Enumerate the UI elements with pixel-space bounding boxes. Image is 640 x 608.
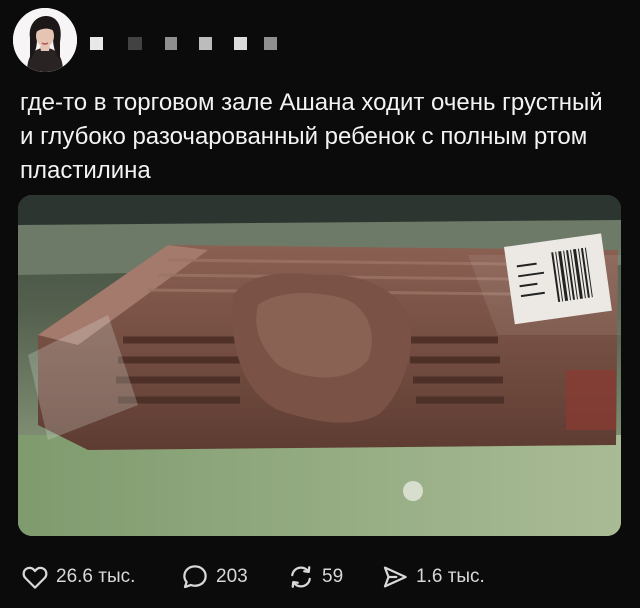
repost-arrows-icon [291,566,311,588]
username-redacted[interactable] [88,37,278,51]
speech-bubble-icon [183,565,207,589]
avatar[interactable] [13,8,77,72]
like-count: 26.6 тыс. [56,566,136,587]
post-text: где-то в торговом зале Ашана ходит очень… [20,89,603,184]
repost-button[interactable]: 59 [286,562,343,592]
send-arrow-icon [383,566,407,588]
share-button[interactable]: 1.6 тыс. [380,562,485,592]
comment-count: 203 [216,566,248,587]
post-actions-bar: 26.6 тыс. 203 59 1.6 тыс. [18,562,618,592]
user-avatar-icon [13,8,77,72]
heart-icon [22,566,48,589]
comment-button[interactable]: 203 [180,562,248,592]
plasticine-photo-image [18,195,621,536]
repost-count: 59 [322,566,344,587]
view-count: 1.6 тыс. [416,566,485,587]
like-button[interactable]: 26.6 тыс. [20,562,135,592]
post-photo[interactable] [18,195,621,536]
